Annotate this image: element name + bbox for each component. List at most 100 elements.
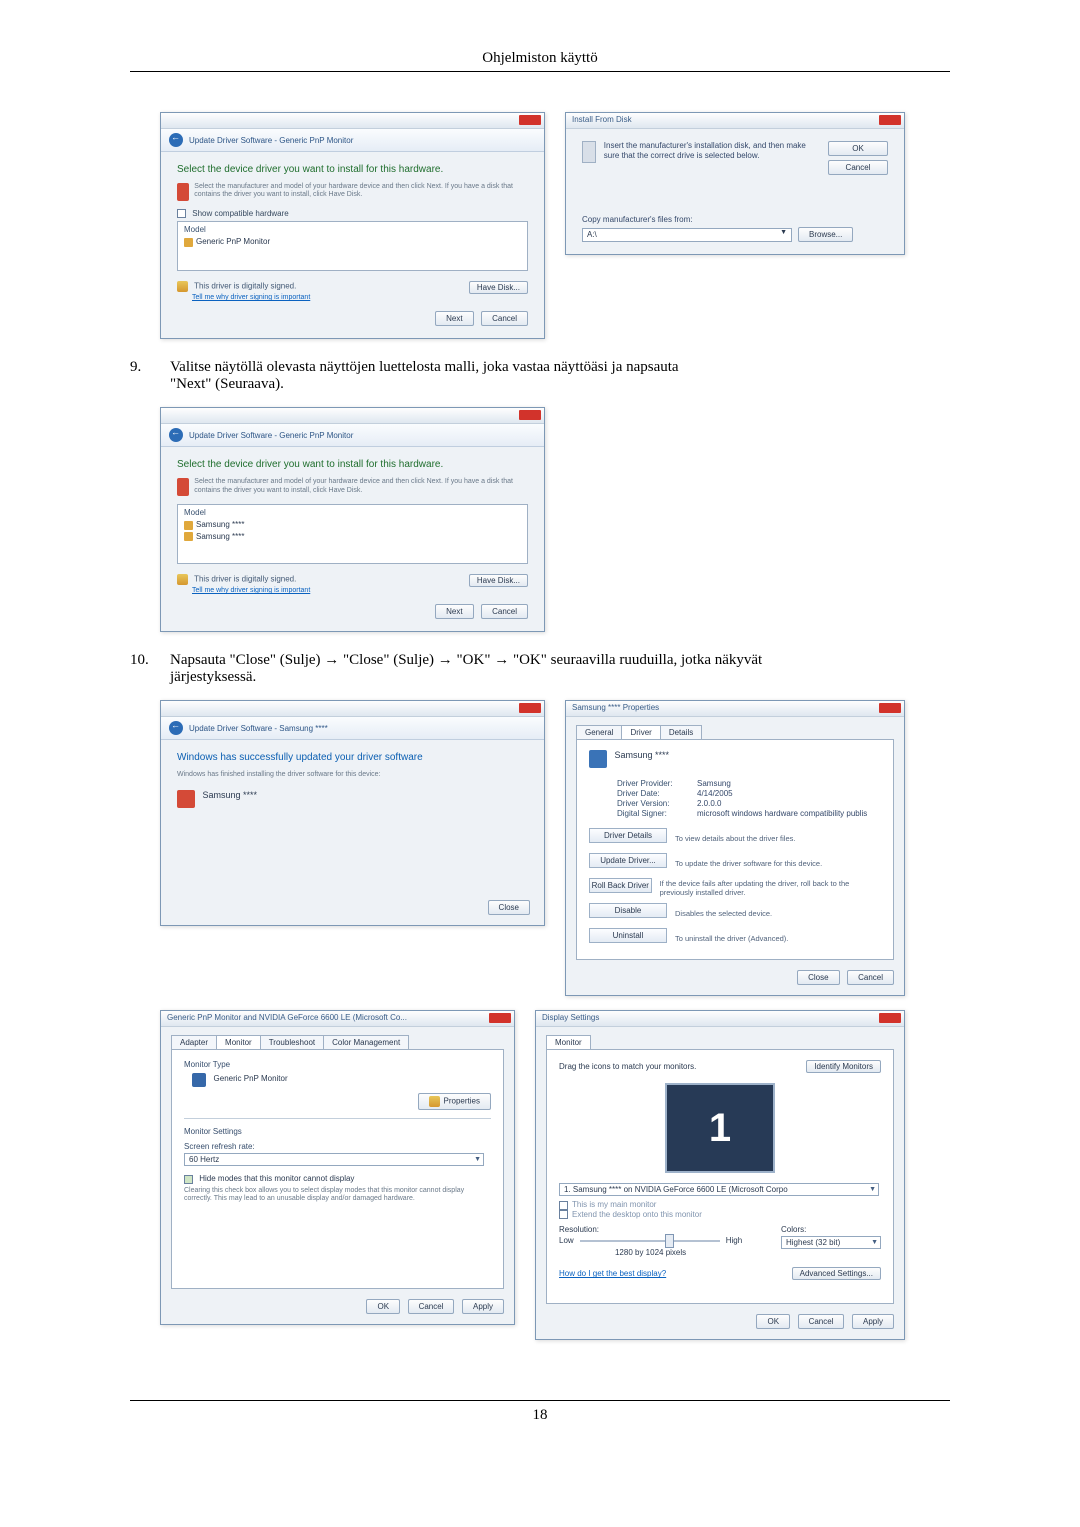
monitor-identify-icon[interactable]: 1 [665, 1083, 775, 1173]
monitor-properties-dialog: Generic PnP Monitor and NVIDIA GeForce 6… [160, 1010, 515, 1325]
hide-modes-checkbox[interactable] [184, 1175, 193, 1184]
wizard1-tip: Select the manufacturer and model of you… [194, 183, 528, 201]
device-icon [177, 183, 189, 201]
properties-button[interactable]: Properties [418, 1093, 491, 1110]
cancel-button[interactable]: Cancel [798, 1314, 845, 1329]
props-tabs: General Driver Details [576, 725, 894, 739]
cancel-button[interactable]: Cancel [828, 160, 888, 175]
wizard3-item: Samsung **** [203, 790, 258, 800]
close-icon[interactable] [489, 1013, 511, 1023]
cancel-button[interactable]: Cancel [481, 311, 528, 326]
close-icon[interactable] [879, 115, 901, 125]
close-button[interactable]: Close [488, 900, 530, 915]
main-monitor-checkbox [559, 1201, 568, 1210]
wizard3-heading: Windows has successfully updated your dr… [177, 752, 528, 763]
tab-monitor[interactable]: Monitor [546, 1035, 591, 1049]
wizard2-breadcrumb-text: Update Driver Software - Generic PnP Mon… [189, 431, 353, 440]
ifd-titlebar: Install From Disk [566, 113, 904, 129]
resolution-slider[interactable] [580, 1240, 720, 1242]
next-button[interactable]: Next [435, 604, 473, 619]
ok-button[interactable]: OK [756, 1314, 790, 1329]
advanced-settings-button[interactable]: Advanced Settings... [792, 1267, 881, 1280]
wizard2-model-listbox[interactable]: Model Samsung **** Samsung **** [177, 504, 528, 564]
back-icon[interactable] [169, 133, 183, 147]
show-compatible-checkbox[interactable] [177, 209, 186, 218]
signing-info-link[interactable]: Tell me why driver signing is important [192, 294, 310, 301]
step-text: Napsauta "Close" (Sulje) → "Close" (Sulj… [170, 652, 950, 669]
main-monitor-label: This is my main monitor [572, 1200, 656, 1209]
device-icon [177, 790, 195, 808]
tab-troubleshoot[interactable]: Troubleshoot [260, 1035, 324, 1049]
page-number: 18 [130, 1407, 950, 1424]
wizard2-titlebar [161, 408, 544, 424]
best-display-link[interactable]: How do I get the best display? [559, 1269, 666, 1278]
identify-monitors-button[interactable]: Identify Monitors [806, 1060, 881, 1073]
monitor-icon [184, 532, 193, 541]
step-text: Valitse näytöllä olevasta näyttöjen luet… [170, 359, 950, 376]
wizard1-breadcrumb: Update Driver Software - Generic PnP Mon… [161, 129, 544, 152]
colors-select[interactable]: Highest (32 bit)▼ [781, 1236, 881, 1249]
tab-monitor[interactable]: Monitor [216, 1035, 261, 1049]
driver-provider: Samsung [697, 779, 731, 788]
tab-details[interactable]: Details [660, 725, 702, 739]
monprops-title: Generic PnP Monitor and NVIDIA GeForce 6… [161, 1011, 514, 1024]
extend-desktop-checkbox [559, 1210, 568, 1219]
have-disk-button[interactable]: Have Disk... [469, 281, 528, 294]
next-button[interactable]: Next [435, 311, 473, 326]
show-compatible-label: Show compatible hardware [192, 209, 289, 218]
driver-version: 2.0.0.0 [697, 799, 721, 808]
tab-driver[interactable]: Driver [621, 725, 660, 739]
update-driver-button[interactable]: Update Driver... [589, 853, 667, 868]
close-icon[interactable] [519, 703, 541, 713]
close-button[interactable]: Close [797, 970, 839, 985]
tab-color-management[interactable]: Color Management [323, 1035, 409, 1049]
list-item[interactable]: Samsung **** [184, 519, 521, 530]
step-10: 10. Napsauta "Close" (Sulje) → "Close" (… [130, 652, 950, 686]
rollback-driver-button[interactable]: Roll Back Driver [589, 878, 652, 893]
driver-properties-dialog: Samsung **** Properties General Driver D… [565, 700, 905, 996]
install-from-disk-dialog: Install From Disk Insert the manufacture… [565, 112, 905, 255]
browse-button[interactable]: Browse... [798, 227, 853, 242]
wizard1-heading: Select the device driver you want to ins… [177, 164, 528, 175]
drag-label: Drag the icons to match your monitors. [559, 1062, 696, 1071]
uninstall-button[interactable]: Uninstall [589, 928, 667, 943]
shield-icon [177, 281, 188, 292]
colors-label: Colors: [781, 1225, 881, 1234]
list-item[interactable]: Samsung **** [184, 531, 521, 542]
monitor-icon [184, 521, 193, 530]
list-item[interactable]: Generic PnP Monitor [184, 236, 521, 247]
tab-general[interactable]: General [576, 725, 622, 739]
ok-button[interactable]: OK [828, 141, 888, 156]
apply-button[interactable]: Apply [462, 1299, 504, 1314]
close-icon[interactable] [519, 115, 541, 125]
monitor-select[interactable]: 1. Samsung **** on NVIDIA GeForce 6600 L… [559, 1183, 879, 1196]
ifd-path-input[interactable]: A:\ ▼ [582, 228, 792, 242]
signed-text: This driver is digitally signed. [194, 282, 296, 291]
wizard3-breadcrumb-text: Update Driver Software - Samsung **** [189, 724, 328, 733]
tab-adapter[interactable]: Adapter [171, 1035, 217, 1049]
have-disk-button[interactable]: Have Disk... [469, 574, 528, 587]
ok-button[interactable]: OK [366, 1299, 400, 1314]
dispset-title: Display Settings [536, 1011, 904, 1024]
model-header: Model [184, 508, 521, 519]
refresh-rate-select[interactable]: 60 Hertz▼ [184, 1153, 484, 1166]
wizard1-model-listbox[interactable]: Model Generic PnP Monitor [177, 221, 528, 271]
cancel-button[interactable]: Cancel [481, 604, 528, 619]
ifd-title: Install From Disk [566, 113, 904, 126]
device-icon [589, 750, 607, 768]
model-header: Model [184, 225, 521, 236]
chevron-down-icon[interactable]: ▼ [780, 229, 787, 236]
cancel-button[interactable]: Cancel [408, 1299, 455, 1314]
wizard-select-driver-1: Update Driver Software - Generic PnP Mon… [160, 112, 545, 339]
close-icon[interactable] [879, 1013, 901, 1023]
disable-button[interactable]: Disable [589, 903, 667, 918]
apply-button[interactable]: Apply [852, 1314, 894, 1329]
driver-details-button[interactable]: Driver Details [589, 828, 667, 843]
close-icon[interactable] [879, 703, 901, 713]
page-header-title: Ohjelmiston käyttö [130, 50, 950, 67]
signing-info-link[interactable]: Tell me why driver signing is important [192, 587, 310, 594]
back-icon[interactable] [169, 721, 183, 735]
cancel-button[interactable]: Cancel [847, 970, 894, 985]
back-icon[interactable] [169, 428, 183, 442]
close-icon[interactable] [519, 410, 541, 420]
